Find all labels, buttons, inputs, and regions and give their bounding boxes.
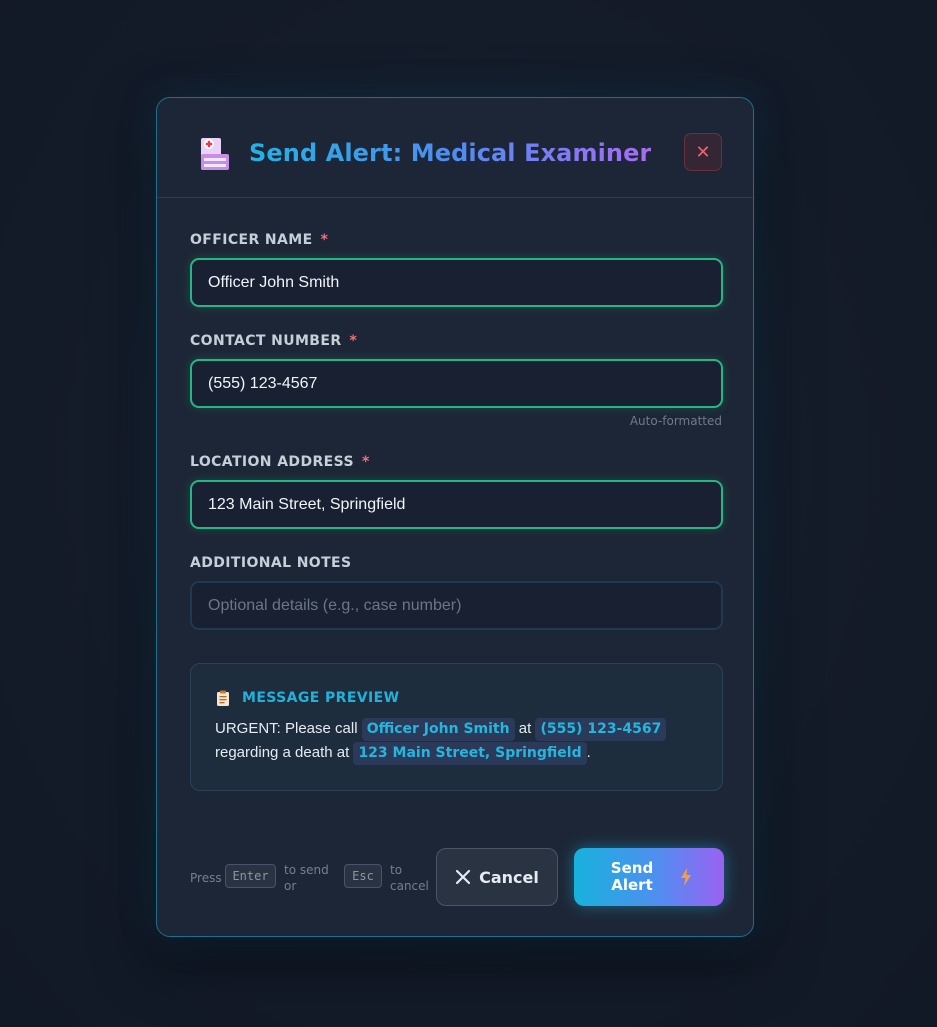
enter-key: Enter: [225, 864, 276, 888]
preview-officer: Officer John Smith: [361, 718, 515, 741]
lightning-icon: [681, 868, 691, 886]
contact-number-input[interactable]: (555) 123-4567: [190, 359, 723, 408]
location-address-input[interactable]: 123 Main Street, Springfield: [190, 480, 723, 529]
additional-notes-label: ADDITIONAL NOTES: [190, 555, 352, 571]
contact-number-label: CONTACT NUMBER *: [190, 333, 358, 349]
send-alert-button[interactable]: Send Alert: [574, 848, 724, 906]
auto-formatted-hint: Auto-formatted: [629, 414, 722, 428]
to-cancel-hint: to cancel: [390, 863, 429, 893]
required-marker: *: [361, 454, 370, 470]
hospital-icon: [201, 138, 229, 170]
message-preview: MESSAGE PREVIEW URGENT: Please call Offi…: [190, 663, 723, 791]
preview-address: 123 Main Street, Springfield: [353, 742, 587, 765]
notes-placeholder: Optional details (e.g., case number): [208, 596, 462, 614]
required-marker: *: [349, 333, 358, 349]
close-icon: ✕: [695, 141, 711, 162]
officer-name-input[interactable]: Officer John Smith: [190, 258, 723, 307]
press-hint: Press: [190, 871, 222, 885]
to-send-hint: to send or: [284, 863, 329, 893]
close-button[interactable]: ✕: [684, 133, 722, 171]
preview-text: URGENT: Please call Officer John Smith a…: [215, 717, 705, 765]
send-label: Send Alert: [610, 859, 654, 894]
officer-name-label: OFFICER NAME *: [190, 232, 329, 248]
close-icon: [456, 869, 471, 885]
modal-title: Send Alert: Medical Examiner: [249, 139, 652, 167]
required-marker: *: [320, 232, 329, 248]
modal-header: Send Alert: Medical Examiner ✕: [157, 98, 753, 198]
additional-notes-input[interactable]: Optional details (e.g., case number): [190, 581, 723, 630]
location-address-label: LOCATION ADDRESS *: [190, 454, 370, 470]
alert-modal: Send Alert: Medical Examiner ✕ OFFICER N…: [156, 97, 754, 937]
esc-key: Esc: [344, 864, 382, 888]
cancel-button[interactable]: Cancel: [436, 848, 558, 906]
preview-title: MESSAGE PREVIEW: [242, 690, 400, 706]
cancel-label: Cancel: [479, 867, 539, 887]
preview-phone: (555) 123-4567: [535, 718, 667, 741]
clipboard-icon: [217, 690, 229, 706]
